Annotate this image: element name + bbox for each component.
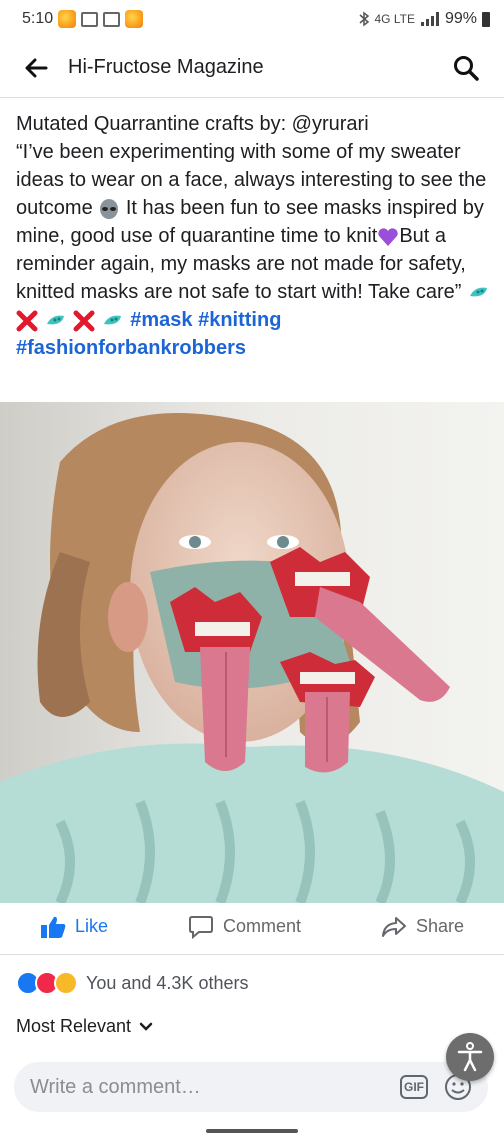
purple-heart-emoji-icon [378,228,398,246]
microbe-emoji-icon [469,287,487,297]
post-author-line: Mutated Quarrantine crafts by: @yrurari [16,113,369,135]
alien-emoji-icon [100,198,119,219]
hashtag-link[interactable]: #mask [130,309,192,331]
like-label: Like [74,916,108,936]
battery-icon [482,11,490,27]
reactions-count: You and 4.3K others [86,972,249,993]
comment-button[interactable]: Comment [188,915,301,939]
share-icon [381,916,406,937]
app-notification-icon [125,10,144,28]
post-actions: Like Comment Share [0,903,504,955]
thumbs-up-icon [40,916,66,938]
share-button[interactable]: Share [381,915,464,939]
microbe-emoji-icon [103,315,121,325]
accessibility-button[interactable] [446,1033,494,1081]
chevron-down-icon [139,1022,153,1031]
hashtag-link[interactable]: #knitting [198,309,281,331]
haha-reaction-icon [54,971,78,995]
comment-input[interactable]: Write a comment… [30,1076,201,1099]
image-notification-icon [81,11,99,27]
app-bar: Hi-Fructose Magazine [0,38,504,98]
home-indicator[interactable] [206,1129,298,1133]
share-label: Share [415,916,464,936]
status-time: 5:10 [22,10,54,27]
microbe-emoji-icon [46,315,64,325]
sort-label: Most Relevant [16,1016,132,1036]
comment-sort-dropdown[interactable]: Most Relevant [16,1016,153,1037]
signal-icon [420,12,439,26]
gif-button[interactable]: GIF [400,1075,428,1099]
accessibility-icon [457,1042,483,1072]
cross-mark-emoji-icon [16,310,38,332]
hashtag-link[interactable]: #fashionforbankrobbers [16,337,246,359]
arrow-left-icon [25,58,48,77]
post-photo[interactable] [0,402,504,903]
app-notification-icon [58,10,77,28]
comment-label: Comment [222,916,301,936]
back-button[interactable] [18,50,54,86]
calendar-notification-icon [103,11,121,27]
comment-icon [188,915,213,939]
network-type: 4G LTE [374,12,415,26]
search-button[interactable] [450,52,482,84]
like-button[interactable]: Like [40,915,108,939]
reactions-summary[interactable]: You and 4.3K others [16,968,248,998]
comment-input-box[interactable]: Write a comment… GIF [14,1062,488,1112]
comment-composer: Write a comment… GIF [0,1058,504,1118]
status-bar: 5:10 4G LTE 99% [0,0,504,38]
bluetooth-icon [359,11,369,27]
knitted-mask-photo [0,402,504,903]
cross-mark-emoji-icon [73,310,95,332]
battery-percent: 99% [444,10,477,27]
post-text: Mutated Quarrantine crafts by: @yrurari … [16,110,494,362]
search-icon [454,56,479,81]
page-title: Hi-Fructose Magazine [68,56,264,78]
